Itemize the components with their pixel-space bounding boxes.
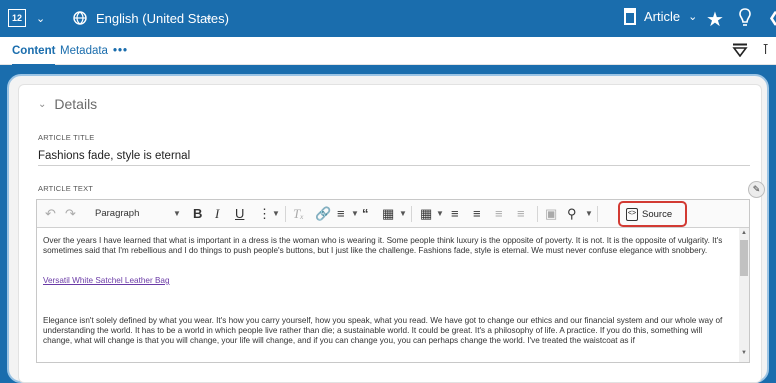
redo-icon[interactable]: ↷ bbox=[65, 206, 76, 222]
globe-icon[interactable] bbox=[73, 11, 87, 25]
toolbar-separator bbox=[597, 206, 598, 222]
comment-icon[interactable]: ✎ bbox=[748, 181, 765, 198]
more-formatting-button[interactable]: ⋮ bbox=[258, 206, 271, 222]
layout-switcher[interactable]: 1⁢2 ⌄ bbox=[8, 9, 45, 27]
scroll-up-icon[interactable]: ▲ bbox=[741, 230, 747, 236]
link-icon[interactable]: 🔗 bbox=[315, 206, 331, 222]
top-bar: 1⁢2 ⌄ English (United States) ⌄ Article … bbox=[0, 0, 776, 37]
chevron-down-icon[interactable]: ▼ bbox=[351, 206, 359, 222]
chevron-down-icon: ⌄ bbox=[688, 11, 698, 23]
product-link[interactable]: Versatil White Satchel Leather Bag bbox=[43, 276, 733, 286]
article-title-field[interactable]: Fashions fade, style is eternal bbox=[38, 150, 190, 162]
article-title-label: ARTICLE TITLE bbox=[38, 133, 95, 142]
filter-icon[interactable] bbox=[732, 43, 748, 57]
insert-media-icon[interactable]: ▦ bbox=[382, 206, 394, 222]
toolbar-separator bbox=[537, 206, 538, 222]
scroll-down-icon[interactable]: ▼ bbox=[741, 350, 747, 356]
details-section-toggle[interactable]: ⌄ Details bbox=[38, 96, 97, 112]
star-icon[interactable]: ★ bbox=[706, 7, 724, 32]
underline-button[interactable]: U bbox=[235, 206, 244, 222]
find-replace-icon[interactable]: ⚲ bbox=[567, 206, 577, 222]
chevron-down-icon: ⌄ bbox=[36, 12, 46, 25]
pin-icon[interactable]: ⊺ bbox=[762, 41, 769, 58]
document-icon bbox=[624, 8, 636, 25]
tab-content[interactable]: Content bbox=[12, 45, 56, 66]
indent-icon[interactable]: ≡ bbox=[517, 206, 525, 222]
source-icon: <> bbox=[626, 207, 638, 221]
chevron-down-icon[interactable]: ▼ bbox=[399, 206, 407, 222]
undo-icon[interactable]: ↶ bbox=[45, 206, 56, 222]
chevron-down-icon[interactable]: ⌄ bbox=[204, 10, 213, 23]
lightbulb-icon[interactable] bbox=[738, 8, 752, 28]
toolbar-separator bbox=[285, 206, 286, 222]
align-dropdown[interactable]: ≡ bbox=[337, 206, 345, 222]
italic-button[interactable]: I bbox=[215, 206, 219, 222]
blockquote-button[interactable]: “ bbox=[362, 206, 369, 222]
outdent-icon[interactable]: ≡ bbox=[495, 206, 503, 222]
chevron-down-icon[interactable]: ▼ bbox=[173, 206, 181, 222]
details-heading: Details bbox=[54, 96, 98, 112]
scrollbar-thumb[interactable] bbox=[740, 240, 748, 276]
paragraph-format-dropdown[interactable]: Paragraph bbox=[95, 206, 139, 222]
toolbar-separator bbox=[411, 206, 412, 222]
editor-paragraph: Over the years I have learned that what … bbox=[43, 236, 723, 255]
chevron-down-icon: ⌄ bbox=[38, 98, 47, 110]
editor-scrollbar[interactable]: ▲ ▼ bbox=[739, 228, 749, 362]
bulleted-list-icon[interactable]: ≡ bbox=[473, 206, 481, 222]
rich-text-editor[interactable]: ↶ ↷ Paragraph ▼ B I U ⋮ ▼ Tₓ 🔗 ≡ ▼ “ ▦ ▼… bbox=[36, 199, 750, 363]
editor-toolbar: ↶ ↷ Paragraph ▼ B I U ⋮ ▼ Tₓ 🔗 ≡ ▼ “ ▦ ▼… bbox=[37, 200, 749, 228]
item-type-label: Article bbox=[644, 9, 681, 24]
editor-content[interactable]: Over the years I have learned that what … bbox=[43, 236, 733, 356]
grid-icon: 1⁢2 bbox=[8, 9, 26, 27]
more-tabs-button[interactable]: ••• bbox=[113, 45, 128, 57]
bold-button[interactable]: B bbox=[193, 206, 202, 222]
paste-icon[interactable]: ▣ bbox=[545, 206, 557, 222]
numbered-list-icon[interactable]: ≡ bbox=[451, 206, 459, 222]
remove-format-button[interactable]: Tₓ bbox=[293, 206, 304, 222]
source-label: Source bbox=[642, 208, 673, 220]
tab-bar: Content Metadata ••• ⊺ bbox=[0, 37, 776, 66]
tab-metadata[interactable]: Metadata bbox=[60, 45, 108, 57]
editor-paragraph: Elegance isn't solely defined by what yo… bbox=[43, 316, 723, 345]
chevron-down-icon[interactable]: ▼ bbox=[436, 206, 444, 222]
collapse-arrow-icon[interactable]: ❮ bbox=[768, 9, 776, 26]
article-text-label: ARTICLE TEXT bbox=[38, 184, 94, 193]
title-underline bbox=[38, 165, 750, 166]
table-icon[interactable]: ▦ bbox=[420, 206, 432, 222]
source-button[interactable]: <> Source bbox=[618, 201, 687, 227]
item-type-selector[interactable]: Article ⌄ bbox=[624, 8, 697, 25]
chevron-down-icon[interactable]: ▼ bbox=[272, 206, 280, 222]
chevron-down-icon[interactable]: ▼ bbox=[585, 206, 593, 222]
